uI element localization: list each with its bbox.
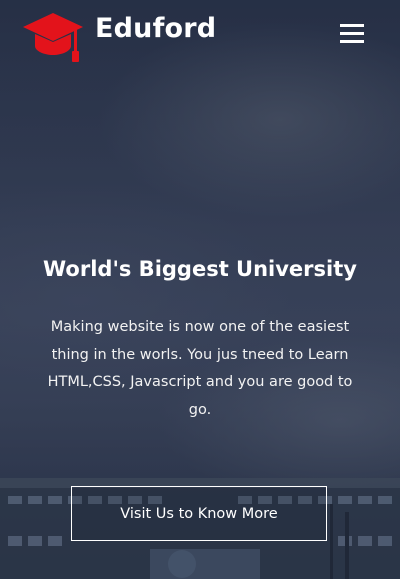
graduation-cap-icon[interactable] [22,11,84,63]
visit-us-button[interactable]: Visit Us to Know More [71,486,327,541]
navbar: Eduford [0,0,400,70]
brand-name[interactable]: Eduford [95,11,216,47]
menu-bar [340,24,364,27]
hero-section: Eduford World's Biggest University Makin… [0,0,400,579]
hero-title: World's Biggest University [43,257,357,281]
menu-bar [340,40,364,43]
menu-bar [340,32,364,35]
hero-description: Making website is now one of the easiest… [47,319,353,418]
hamburger-menu-icon[interactable] [340,24,366,46]
